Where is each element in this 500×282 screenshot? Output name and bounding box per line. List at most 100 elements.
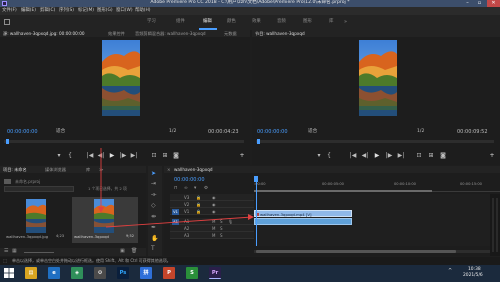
add-button-icon[interactable]: + <box>238 152 246 159</box>
mark-out-icon[interactable]: { <box>66 152 74 159</box>
track-select-tool-icon[interactable]: ⇥ <box>151 181 156 187</box>
program-step-forward-icon[interactable]: |▶ <box>385 152 393 159</box>
source-scale-select[interactable]: 1/2 <box>169 129 176 135</box>
tab-audio-clip-mixer[interactable]: 音频剪辑混合器: wallhaven-3qpxqd <box>135 31 206 36</box>
source-playhead[interactable] <box>6 139 9 144</box>
play-icon[interactable]: ▶ <box>108 152 116 159</box>
tab-sequence[interactable]: wallhaven-3qpxqd <box>174 167 213 172</box>
program-scale-select[interactable]: 1/2 <box>417 129 424 135</box>
file-explorer-icon[interactable]: ▤ <box>25 267 37 279</box>
project-search-input[interactable] <box>4 186 74 192</box>
menu-graphics[interactable]: 图形(G) <box>97 8 113 13</box>
ripple-edit-tool-icon[interactable]: ⟛ <box>151 192 156 198</box>
project-item[interactable]: wallhaven-3qpxqd.jpg 4;23 <box>6 197 68 243</box>
menu-file[interactable]: 文件(F) <box>2 8 17 13</box>
program-go-to-out-icon[interactable]: ▶| <box>397 152 405 159</box>
program-mark-out-icon[interactable]: { <box>325 152 333 159</box>
voiceover-icon[interactable]: 🎙 <box>228 219 233 224</box>
audio-clip[interactable] <box>254 218 352 225</box>
linked-selection-icon[interactable]: ∞ <box>184 186 188 192</box>
menu-marker[interactable]: 标记(M) <box>78 8 94 13</box>
program-play-icon[interactable]: ▶ <box>373 152 381 159</box>
workspace-color[interactable]: 颜色 <box>227 19 236 24</box>
mute-icon[interactable]: M <box>212 233 215 238</box>
internet-explorer-icon[interactable]: e <box>48 267 60 279</box>
tab-effect-controls[interactable]: 效果控件 <box>108 31 125 36</box>
lift-icon[interactable]: ⊡ <box>415 152 423 159</box>
add-marker-icon[interactable]: ▾ <box>194 186 196 192</box>
solo-icon[interactable]: S <box>220 219 223 224</box>
source-patch-v1[interactable]: V1 <box>172 208 179 215</box>
icon-view-icon[interactable]: ▦ <box>12 249 17 254</box>
slip-tool-icon[interactable]: ⇹ <box>151 214 156 220</box>
go-to-in-icon[interactable]: |◀ <box>86 152 94 159</box>
video-clip[interactable]: wallhaven-3qpxqd.mp4 [V] <box>254 210 352 217</box>
workspace-editing[interactable]: 编辑 <box>203 19 212 24</box>
insert-icon[interactable]: ⊡ <box>150 152 158 159</box>
menu-clip[interactable]: 剪辑(C) <box>40 8 55 13</box>
timeline-scroll-thumb[interactable] <box>256 250 456 253</box>
source-patch-a1[interactable]: A1 <box>172 218 179 225</box>
source-timecode[interactable]: 00:00:00:00 <box>7 130 38 135</box>
workspace-audio[interactable]: 音频 <box>277 19 286 24</box>
overwrite-icon[interactable]: ⊞ <box>161 152 169 159</box>
timeline-close-icon[interactable]: × <box>167 167 171 172</box>
go-to-out-icon[interactable]: ▶| <box>130 152 138 159</box>
start-icon[interactable] <box>3 267 15 279</box>
program-timecode[interactable]: 00:00:00:00 <box>257 130 288 135</box>
export-frame-icon[interactable]: ◙ <box>172 152 180 159</box>
tab-program[interactable]: 节目: wallhaven-3qpxqd <box>255 31 305 36</box>
new-bin-icon[interactable]: ▣ <box>120 249 125 254</box>
pen-tool-icon[interactable]: ✒ <box>151 225 156 231</box>
type-tool-icon[interactable]: T <box>151 246 155 252</box>
powerpoint-icon[interactable]: P <box>163 267 175 279</box>
zoom-slider[interactable] <box>24 252 54 253</box>
timeline-timecode[interactable]: 00:00:00:00 <box>174 178 205 183</box>
clock-date[interactable]: 2021/5/6 <box>463 273 483 278</box>
lock-icon[interactable]: 🔒 <box>196 202 201 207</box>
tab-media-browser[interactable]: 媒体浏览器 <box>45 167 66 172</box>
spreadsheet-icon[interactable]: S <box>186 267 198 279</box>
razor-tool-icon[interactable]: ◇ <box>151 203 156 209</box>
snap-icon[interactable]: ⊓ <box>174 186 178 192</box>
lock-icon[interactable]: 🔒 <box>196 195 201 200</box>
menu-help[interactable]: 帮助(H) <box>135 8 151 13</box>
workspace-graphics[interactable]: 图形 <box>303 19 312 24</box>
menu-window[interactable]: 窗口(W) <box>116 8 133 13</box>
eye-icon[interactable]: ◉ <box>212 209 216 214</box>
program-mark-in-icon[interactable]: ▾ <box>315 152 323 159</box>
workspace-effects[interactable]: 效果 <box>252 19 261 24</box>
tab-project[interactable]: 项目: 未命名 <box>3 167 27 172</box>
selection-tool-icon[interactable]: ➤ <box>151 171 156 177</box>
tray-up-icon[interactable]: ^ <box>448 269 452 274</box>
photoshop-icon[interactable]: Ps <box>117 267 129 279</box>
program-playhead[interactable] <box>257 139 260 144</box>
premiere-icon[interactable]: Pr <box>209 267 221 279</box>
program-add-button-icon[interactable]: + <box>488 152 496 159</box>
mute-icon[interactable]: M <box>212 226 215 231</box>
list-view-icon[interactable]: ☰ <box>4 249 8 254</box>
lock-icon[interactable]: 🔒 <box>196 209 201 214</box>
program-go-to-in-icon[interactable]: |◀ <box>349 152 357 159</box>
maximize-button[interactable]: ▫ <box>474 0 485 7</box>
timeline-settings-icon[interactable]: ⚙ <box>204 186 208 192</box>
step-back-icon[interactable]: ◀| <box>97 152 105 159</box>
source-scrubber[interactable] <box>4 140 244 143</box>
network-icon[interactable]: ◈ <box>71 267 83 279</box>
tab-source[interactable]: 源: wallhaven-3qpxqd.jpg: 00:00:00:00 <box>3 31 85 36</box>
close-button[interactable]: ✕ <box>487 0 500 7</box>
eye-icon[interactable]: ◉ <box>212 195 216 200</box>
mute-icon[interactable]: M <box>212 219 215 224</box>
mark-in-icon[interactable]: ▾ <box>55 152 63 159</box>
workspace-assembly[interactable]: 组件 <box>176 19 185 24</box>
minimize-button[interactable]: – <box>462 0 473 7</box>
project-item[interactable]: wallhaven-3qpxqd 9;52 <box>72 197 138 243</box>
clock-time[interactable]: 10:38 <box>468 267 481 272</box>
program-scrubber[interactable] <box>256 140 494 143</box>
ime-icon[interactable]: 拼 <box>140 267 152 279</box>
program-fit-select[interactable]: 适合 <box>308 129 317 135</box>
eye-icon[interactable]: ◉ <box>212 202 216 207</box>
workspace-libraries[interactable]: 库 <box>329 19 333 24</box>
solo-icon[interactable]: S <box>220 226 223 231</box>
home-icon[interactable] <box>4 19 10 25</box>
